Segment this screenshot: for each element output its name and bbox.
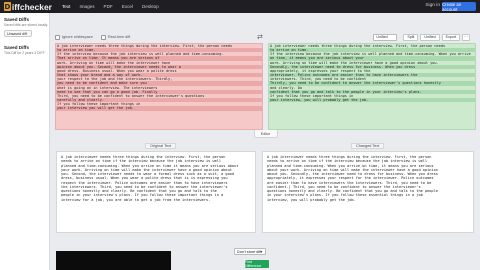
original-text-line: interview for a job, you are able to get… (61, 197, 211, 202)
find-difference-button[interactable]: Find Difference (245, 260, 269, 268)
ignore-whitespace-checkbox[interactable] (55, 34, 60, 40)
nav-item-images[interactable]: Images (79, 4, 94, 9)
diff-added-pane: A job interviewer needs three things dur… (268, 43, 476, 130)
diff-removed-pane: A job interviewer needs three things dur… (55, 43, 263, 130)
nav-item-pdf[interactable]: PDF (104, 4, 113, 9)
nav-item-text[interactable]: Text (62, 4, 70, 9)
nav-item-excel[interactable]: Excel (122, 4, 133, 9)
storage-dropdown[interactable]: Don't store diff ▼ (234, 248, 266, 255)
logo-text: iffchecker (11, 1, 52, 12)
editor-collapse-bar: Editor (51, 130, 480, 138)
original-text-line: people in your interview's plans. If you… (61, 193, 224, 198)
original-text-line: dress, business usual. When you wear a p… (61, 176, 228, 181)
more-options-icon[interactable]: ⋯ (462, 33, 470, 41)
app-root: D iffchecker Text Images PDF Excel Deskt… (0, 0, 480, 270)
sidebar: Saved Diffs Saved diffs are stored local… (0, 13, 50, 270)
sidebar-saved-title: Saved Diffs (4, 17, 30, 22)
main-nav: Text Images PDF Excel Desktop (62, 4, 168, 9)
sidebar-recent-subtitle: This Diff for 2 years 3 DIFF (4, 51, 45, 55)
ignore-whitespace-label: Ignore whitespace (62, 35, 93, 39)
chevron-down-icon: ▼ (259, 249, 263, 254)
logo-mark: D (4, 2, 11, 11)
split-view-button[interactable]: Split (403, 33, 419, 41)
diff-result-area: A job interviewer needs three things dur… (51, 43, 480, 130)
editor-collapse-toggle[interactable]: Editor (253, 130, 278, 138)
sign-in-link[interactable]: Sign in (425, 3, 440, 8)
changed-text-line: interview, you will probably get the job… (267, 197, 356, 202)
diff-removed-line: your interview you will get the job. (56, 106, 262, 111)
export-button[interactable]: Export (441, 33, 460, 41)
diff-added-line: your interview, you will probably get th… (269, 98, 475, 103)
logo[interactable]: D iffchecker (4, 2, 52, 12)
unified-view-button[interactable]: Unified (420, 33, 440, 41)
changed-text-editor[interactable]: A job interviewer needs three things dur… (262, 151, 474, 233)
realtime-diff-label: Real-time diff (107, 35, 131, 39)
original-text-editor[interactable]: A job interviewer needs three things dur… (56, 151, 256, 233)
swap-icon[interactable]: ⇄ (257, 33, 263, 41)
nav-item-desktop[interactable]: Desktop (142, 4, 159, 9)
sidebar-recent-title: Saved Diffs (4, 45, 30, 50)
diff-toolbar: Ignore whitespace Real-time diff ⇄ Unifi… (51, 31, 480, 43)
view-mode-select[interactable]: Unified (373, 33, 398, 41)
changed-text-label: Changed Text (351, 143, 385, 149)
storage-dropdown-value: Don't store diff (237, 249, 262, 254)
original-text-label: Original Text (145, 143, 177, 149)
unsaved-diff-item[interactable]: Unsaved diff (4, 30, 32, 37)
top-navbar: D iffchecker Text Images PDF Excel Deskt… (0, 0, 480, 13)
realtime-diff-checkbox[interactable] (100, 34, 106, 40)
create-account-button[interactable]: Create an account (442, 2, 476, 12)
video-overlay (56, 251, 171, 270)
sidebar-saved-subtitle: Saved diffs are stored locally. (4, 23, 48, 27)
